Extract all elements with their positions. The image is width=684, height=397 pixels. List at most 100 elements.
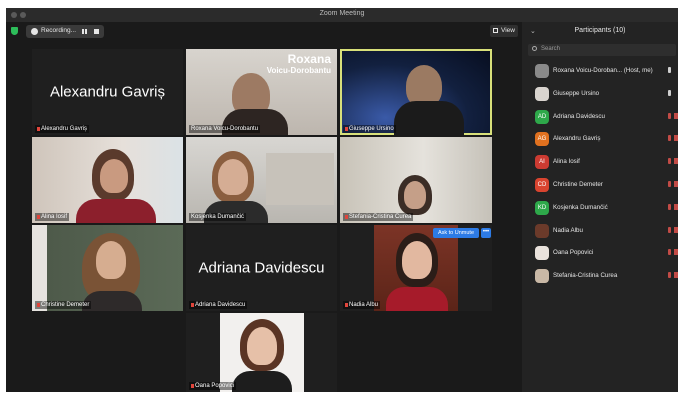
muted-mic-icon[interactable] xyxy=(668,249,671,256)
avatar xyxy=(535,246,549,261)
tile-name-label: Oana Popovici xyxy=(189,382,237,390)
tile-name-label: Giuseppe Ursino xyxy=(343,125,396,133)
participant-row[interactable]: Nadia Albu xyxy=(522,220,678,242)
overlay-last-name: Voicu-Dorobantu xyxy=(266,66,331,75)
participant-name: Stefania-Cristina Curea xyxy=(553,272,618,280)
participant-name: Oana Popovici xyxy=(553,249,594,257)
participant-search-input[interactable]: Search xyxy=(528,44,676,56)
muted-mic-icon xyxy=(191,384,194,388)
video-off-icon[interactable] xyxy=(674,249,678,256)
video-off-icon[interactable] xyxy=(674,226,678,233)
window-title: Zoom Meeting xyxy=(319,10,365,17)
participant-row[interactable]: Roxana Voicu-Doroban... (Host, me) xyxy=(522,60,678,82)
participant-row[interactable]: AD Adriana Davidescu xyxy=(522,106,678,128)
tile-name-label: Nadia Albu xyxy=(343,301,381,309)
avatar: AD xyxy=(535,109,549,124)
avatar: AG xyxy=(535,132,549,147)
participant-row[interactable]: Stefania-Cristina Curea xyxy=(522,265,678,287)
participant-name: Christine Demeter xyxy=(553,181,603,188)
security-shield-icon[interactable] xyxy=(11,27,18,35)
participants-title: Participants (10) xyxy=(574,27,626,34)
video-off-icon[interactable] xyxy=(674,272,678,279)
panel-header: ⌄ Participants (10) xyxy=(522,22,678,42)
video-tile-roxana[interactable]: Roxana Voicu-Dorobantu Roxana Voicu-Doro… xyxy=(186,49,337,135)
meeting-toolbar: Recording... View xyxy=(6,22,522,42)
participant-name: Kosjenka Dumančić xyxy=(553,203,608,211)
muted-mic-icon[interactable] xyxy=(668,203,671,210)
muted-mic-icon[interactable] xyxy=(668,135,671,142)
avatar xyxy=(535,64,549,78)
room-background xyxy=(266,153,334,205)
ask-to-unmute-button[interactable]: Ask to Unmute xyxy=(433,228,479,238)
record-icon xyxy=(31,28,38,35)
participant-face xyxy=(100,159,128,193)
muted-mic-icon[interactable] xyxy=(668,158,671,165)
muted-mic-icon xyxy=(345,127,348,131)
zoom-window: Zoom Meeting Recording... View Alexandru… xyxy=(6,8,678,392)
participant-name: Alina Iosif xyxy=(553,158,580,166)
tile-name-label: Alexandru Gavriș xyxy=(35,125,90,133)
video-tile-alexandru[interactable]: Alexandru Gavriș Alexandru Gavriș xyxy=(32,49,183,135)
view-label: View xyxy=(501,27,515,34)
participant-body xyxy=(76,199,156,223)
video-off-icon[interactable] xyxy=(674,158,678,165)
video-tile-adriana[interactable]: Adriana Davidescu Adriana Davidescu xyxy=(186,225,337,311)
participant-face xyxy=(96,241,126,279)
avatar: KD xyxy=(535,200,549,215)
muted-mic-icon[interactable] xyxy=(668,181,671,187)
participant-face xyxy=(247,327,277,365)
video-off-icon[interactable] xyxy=(674,112,678,119)
avatar xyxy=(535,223,549,238)
participant-face xyxy=(404,181,426,209)
stop-recording-icon[interactable] xyxy=(94,29,99,34)
participant-row[interactable]: CD Christine Demeter xyxy=(522,174,678,196)
video-tile-stefania[interactable]: Stefania-Cristina Curea xyxy=(340,137,492,223)
search-icon xyxy=(532,46,537,51)
pause-recording-icon[interactable] xyxy=(82,29,87,34)
participant-name: Adriana Davidescu xyxy=(553,112,605,120)
video-tile-christine[interactable]: Christine Demeter xyxy=(32,225,183,311)
video-off-icon[interactable] xyxy=(674,135,678,142)
tile-display-name: Alexandru Gavriș xyxy=(49,83,166,101)
video-off-icon[interactable] xyxy=(674,203,678,210)
participant-row[interactable]: AI Alina Iosif xyxy=(522,151,678,173)
avatar xyxy=(535,86,549,101)
tile-name-label: Roxana Voicu-Dorobantu xyxy=(189,125,261,133)
participant-row[interactable]: AG Alexandru Gavriș xyxy=(522,128,678,150)
participant-name: Nadia Albu xyxy=(553,226,583,234)
mic-icon[interactable] xyxy=(668,89,671,96)
video-tile-giuseppe[interactable]: Giuseppe Ursino xyxy=(340,49,492,135)
participant-name: Roxana Voicu-Doroban... (Host, me) xyxy=(553,67,653,74)
participants-panel: ⌄ Participants (10) Search Roxana Voicu-… xyxy=(522,22,678,392)
participant-body xyxy=(394,101,464,135)
mic-icon[interactable] xyxy=(668,67,671,73)
recording-indicator: Recording... xyxy=(26,25,104,38)
view-button[interactable]: View xyxy=(490,25,518,37)
participant-body xyxy=(232,371,292,392)
video-tile-kosjenka[interactable]: Kosjenka Dumančić xyxy=(186,137,337,223)
more-options-button[interactable]: ••• xyxy=(481,228,491,238)
muted-mic-icon xyxy=(345,303,348,307)
video-tile-alina[interactable]: Alina Iosif xyxy=(32,137,183,223)
muted-mic-icon xyxy=(37,215,40,219)
overlay-first-name: Roxana xyxy=(287,52,331,66)
avatar: CD xyxy=(535,178,549,192)
video-tile-nadia[interactable]: Ask to Unmute ••• Nadia Albu xyxy=(340,225,492,311)
muted-mic-icon[interactable] xyxy=(668,112,671,119)
tile-display-name: Adriana Davidescu xyxy=(198,259,325,277)
video-tile-oana[interactable]: Oana Popovici xyxy=(186,313,337,392)
participant-name: Giuseppe Ursino xyxy=(553,89,600,97)
video-off-icon[interactable] xyxy=(674,181,678,187)
participant-row[interactable]: KD Kosjenka Dumančić xyxy=(522,197,678,219)
grid-view-icon xyxy=(493,28,498,33)
tile-name-label: Stefania-Cristina Curea xyxy=(343,213,414,221)
muted-mic-icon[interactable] xyxy=(668,272,671,279)
oana-photo xyxy=(220,313,304,392)
avatar xyxy=(535,269,549,284)
participant-row[interactable]: Giuseppe Ursino xyxy=(522,83,678,105)
participant-body xyxy=(386,287,448,311)
search-placeholder: Search xyxy=(541,46,561,52)
muted-mic-icon[interactable] xyxy=(668,226,671,233)
participant-row[interactable]: Oana Popovici xyxy=(522,242,678,264)
muted-mic-icon xyxy=(345,215,348,219)
